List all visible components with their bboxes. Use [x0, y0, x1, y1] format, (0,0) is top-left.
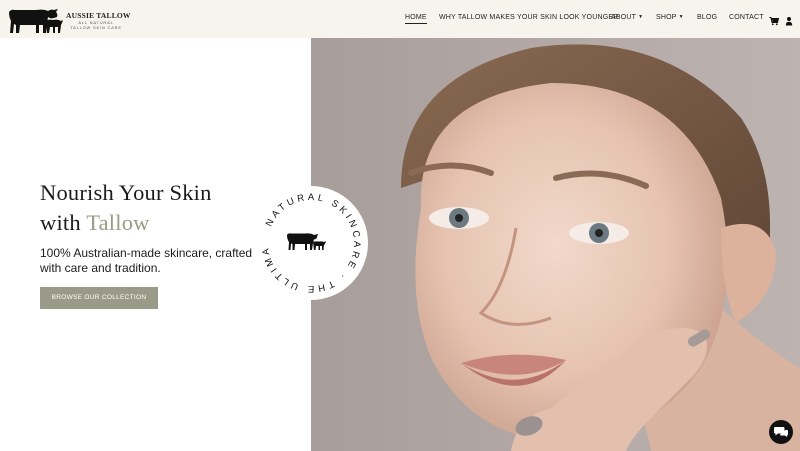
nav-item-blog[interactable]: BLOG: [697, 14, 717, 21]
chevron-down-icon: ▼: [638, 14, 644, 20]
hero-image: [311, 38, 800, 451]
hero-heading: Nourish Your Skin with Tallow: [40, 178, 212, 238]
cart-icon[interactable]: [769, 13, 780, 26]
main-nav: HOME WHY TALLOW MAKES YOUR SKIN LOOK YOU…: [0, 0, 800, 38]
chat-button[interactable]: [769, 420, 793, 444]
hero-subtitle: 100% Australian-made skincare, crafted w…: [40, 246, 253, 275]
hero-heading-prefix: with: [40, 210, 87, 235]
nav-item-home[interactable]: HOME: [405, 14, 427, 24]
nav-item-why-tallow[interactable]: WHY TALLOW MAKES YOUR SKIN LOOK YOUNGER: [439, 14, 618, 21]
browse-collection-button[interactable]: BROWSE OUR COLLECTION: [40, 287, 158, 309]
chat-icon: [774, 427, 788, 437]
nav-item-contact[interactable]: CONTACT: [729, 14, 764, 21]
nav-item-shop[interactable]: SHOP ▼: [656, 14, 684, 21]
nav-item-shop-label: SHOP: [656, 14, 677, 21]
natural-skincare-badge: NATURAL SKINCARE · THE ULTIMATE: [249, 178, 368, 300]
hero-heading-line2: with Tallow: [40, 208, 212, 238]
model-portrait-image: [401, 44, 800, 451]
hero-heading-line1: Nourish Your Skin: [40, 180, 212, 205]
hero-heading-accent: Tallow: [86, 210, 150, 235]
user-icon[interactable]: [784, 13, 794, 26]
site-header: AUSSIE TALLOW ALL NATURAL TALLOW SKIN CA…: [0, 0, 800, 38]
nav-item-about[interactable]: ABOUT ▼: [611, 14, 643, 21]
nav-item-about-label: ABOUT: [611, 14, 637, 21]
badge-graphic: NATURAL SKINCARE · THE ULTIMATE: [249, 178, 359, 294]
chevron-down-icon: ▼: [678, 14, 684, 20]
cow-and-calf-icon: [287, 233, 326, 250]
